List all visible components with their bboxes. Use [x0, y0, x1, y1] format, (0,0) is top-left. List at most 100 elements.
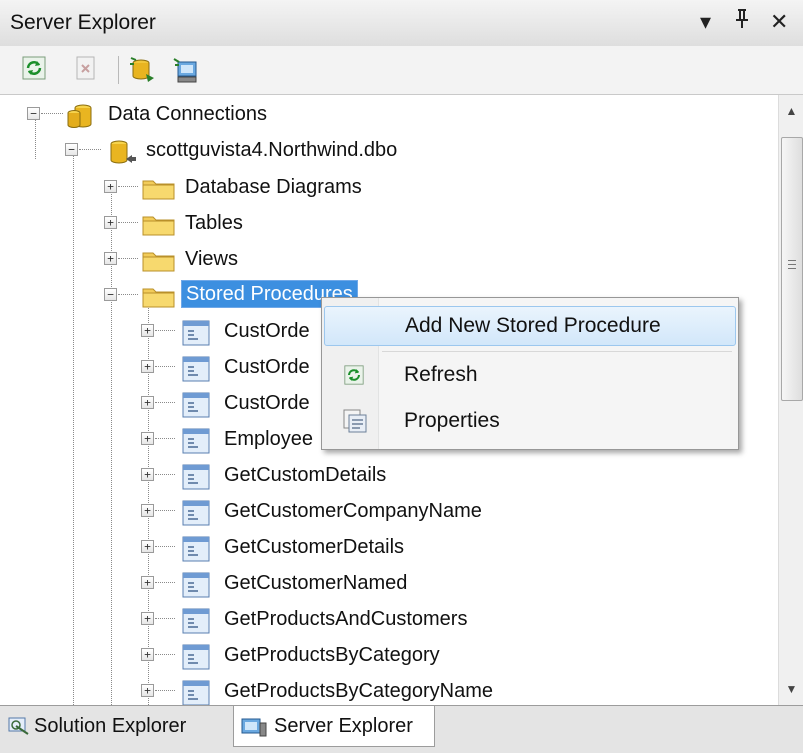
- tree-node-procedure[interactable]: + GetProductsByCategoryName: [0, 674, 778, 705]
- stored-procedure-icon: [182, 536, 210, 562]
- toolbar: [0, 46, 803, 95]
- expand-icon[interactable]: +: [104, 252, 117, 265]
- connect-to-database-icon: [130, 57, 154, 82]
- tree-connector: [118, 186, 138, 187]
- tree-connector: [155, 654, 175, 655]
- close-button[interactable]: ✕: [770, 8, 788, 36]
- tree-node-label: GetCustomerDetails: [224, 536, 405, 558]
- database-connection-icon: [110, 140, 136, 164]
- tree-connector: [155, 402, 175, 403]
- refresh-icon: [344, 365, 364, 385]
- folder-icon: [142, 288, 175, 308]
- solution-explorer-icon: [8, 717, 29, 735]
- stored-procedure-icon: [182, 464, 210, 490]
- expand-icon[interactable]: +: [141, 540, 154, 553]
- expand-icon[interactable]: +: [141, 396, 154, 409]
- collapse-icon[interactable]: −: [65, 143, 78, 156]
- tab-label: Server Explorer: [274, 715, 413, 737]
- tree-node-label: Views: [185, 248, 238, 270]
- window-title: Server Explorer: [10, 11, 156, 34]
- expand-icon[interactable]: +: [141, 648, 154, 661]
- tree-node-label: Employee: [224, 428, 313, 450]
- tree-node-procedure[interactable]: + GetCustomerCompanyName: [0, 494, 778, 530]
- collapse-icon[interactable]: −: [104, 288, 117, 301]
- server-explorer-icon: [241, 718, 267, 737]
- tree-connector: [155, 546, 175, 547]
- collapse-icon[interactable]: −: [27, 107, 40, 120]
- tree-node-label: GetProductsByCategoryName: [224, 680, 494, 702]
- menu-item-label: Refresh: [404, 363, 478, 386]
- tree-node-procedure[interactable]: + GetCustomerDetails: [0, 530, 778, 566]
- expand-icon[interactable]: +: [141, 684, 154, 697]
- tree-connector: [118, 222, 138, 223]
- tree-connector: [155, 474, 175, 475]
- vertical-scrollbar[interactable]: ▲ ▼: [778, 95, 803, 705]
- connect-to-database-button[interactable]: [128, 56, 156, 84]
- tree-node-connection[interactable]: − scottguvista4.Northwind.dbo: [0, 133, 778, 169]
- tree-node-data-connections[interactable]: − Data Connections: [0, 97, 778, 133]
- menu-item-label: Properties: [404, 409, 500, 432]
- expand-icon[interactable]: +: [141, 468, 154, 481]
- tree-node-label: GetCustomerNamed: [224, 572, 408, 594]
- scroll-up-button[interactable]: ▲: [779, 99, 803, 123]
- refresh-icon: [22, 56, 46, 80]
- window-position-dropdown-button[interactable]: ▾: [700, 8, 711, 36]
- tree-node-procedure[interactable]: + GetProductsByCategory: [0, 638, 778, 674]
- expand-icon[interactable]: +: [141, 324, 154, 337]
- tree-node-procedure[interactable]: + GetCustomDetails: [0, 458, 778, 494]
- folder-icon: [142, 216, 175, 236]
- grip-line: [788, 264, 796, 265]
- expand-icon[interactable]: +: [141, 504, 154, 517]
- expand-icon[interactable]: +: [141, 612, 154, 625]
- tree-connector: [155, 618, 175, 619]
- expand-icon[interactable]: +: [141, 360, 154, 373]
- tree-connector: [155, 330, 175, 331]
- menu-item-label: Add New Stored Procedure: [405, 314, 661, 337]
- menu-item-add-new-stored-procedure[interactable]: Add New Stored Procedure: [324, 306, 736, 346]
- tab-solution-explorer[interactable]: Solution Explorer: [6, 706, 228, 746]
- stored-procedure-icon: [182, 644, 210, 670]
- stored-procedure-icon: [182, 392, 210, 418]
- expand-icon[interactable]: +: [104, 216, 117, 229]
- stop-refresh-button[interactable]: [74, 56, 102, 84]
- tree-connector: [118, 294, 138, 295]
- menu-separator: [382, 351, 732, 352]
- tree-connector: [155, 690, 175, 691]
- auto-hide-pin-button[interactable]: [735, 8, 749, 38]
- tree-connector: [79, 149, 101, 150]
- tab-label: Solution Explorer: [34, 715, 187, 737]
- tree-node-tables[interactable]: + Tables: [0, 206, 778, 242]
- expand-icon[interactable]: +: [141, 432, 154, 445]
- tree-node-procedure[interactable]: + GetProductsAndCustomers: [0, 602, 778, 638]
- pin-icon: [736, 9, 748, 28]
- tab-server-explorer[interactable]: Server Explorer: [233, 706, 435, 747]
- context-menu: Add New Stored Procedure Refresh Propert…: [321, 297, 739, 450]
- stop-icon: [76, 56, 95, 80]
- tree-node-database-diagrams[interactable]: + Database Diagrams: [0, 170, 778, 206]
- tree-connector: [155, 366, 175, 367]
- menu-item-refresh[interactable]: Refresh: [324, 356, 734, 394]
- expand-icon[interactable]: +: [104, 180, 117, 193]
- tree-node-label: GetProductsByCategory: [224, 644, 440, 666]
- stored-procedure-icon: [182, 572, 210, 598]
- tree-node-label: Data Connections: [108, 103, 267, 125]
- tool-window-tabs: Solution Explorer Server Explorer: [0, 705, 803, 753]
- connect-to-server-button[interactable]: [172, 56, 200, 84]
- tree-node-procedure[interactable]: + GetCustomerNamed: [0, 566, 778, 602]
- expand-icon[interactable]: +: [141, 576, 154, 589]
- menu-item-properties[interactable]: Properties: [324, 402, 734, 440]
- tree-connector: [155, 438, 175, 439]
- properties-icon: [343, 409, 367, 433]
- stored-procedure-icon: [182, 320, 210, 346]
- title-bar: Server Explorer ▾ ✕: [0, 0, 803, 47]
- tree-node-views[interactable]: + Views: [0, 242, 778, 278]
- refresh-button[interactable]: [22, 56, 50, 84]
- scroll-down-button[interactable]: ▼: [779, 677, 803, 701]
- scroll-thumb[interactable]: [781, 137, 803, 401]
- folder-icon: [142, 180, 175, 200]
- stored-procedure-icon: [182, 500, 210, 526]
- stored-procedure-icon: [182, 428, 210, 454]
- tree-connector: [155, 510, 175, 511]
- data-connections-icon: [67, 104, 92, 128]
- tree-connector: [118, 258, 138, 259]
